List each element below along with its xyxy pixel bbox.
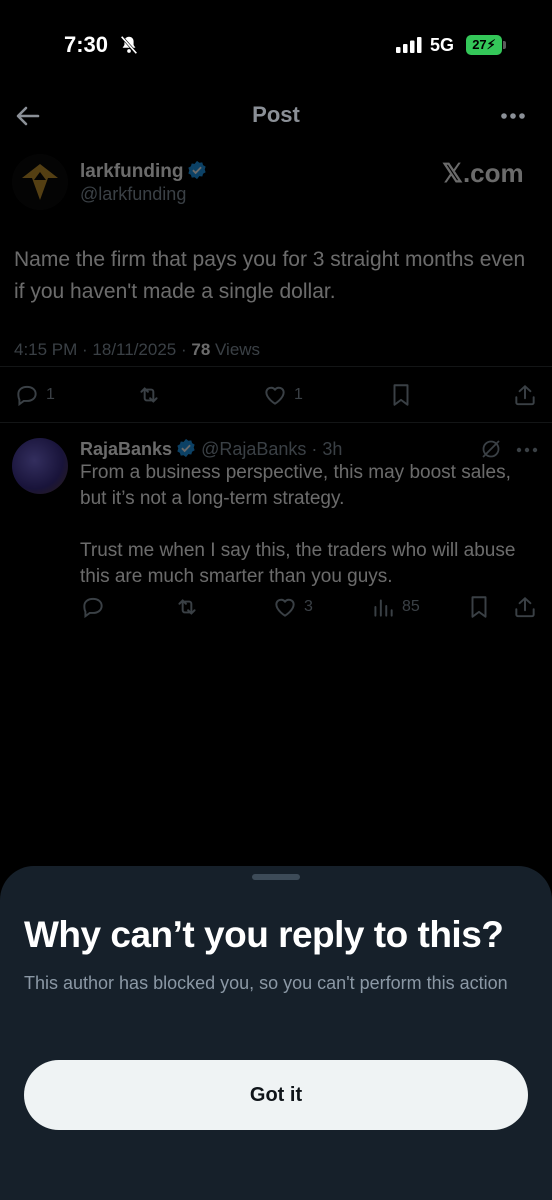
sheet-grabber[interactable]: [252, 874, 300, 880]
heart-icon: [275, 598, 295, 617]
reply-author-avatar[interactable]: [12, 438, 68, 494]
verified-badge-icon: [177, 438, 195, 458]
divider: [0, 366, 552, 367]
battery-level: 27: [472, 37, 487, 52]
reply-paragraph: From a business perspective, this may bo…: [80, 462, 511, 509]
repost-button[interactable]: [136, 382, 162, 408]
post-text: Name the firm that pays you for 3 straig…: [14, 248, 526, 303]
battery-icon: 27⚡︎: [466, 35, 506, 55]
author-avatar[interactable]: [12, 154, 68, 210]
got-it-button[interactable]: Got it: [24, 1060, 528, 1130]
author-name[interactable]: larkfunding: [80, 160, 207, 183]
reply-views-count: 85: [402, 598, 420, 615]
reply-reply-button[interactable]: [80, 594, 106, 620]
like-count: 1: [294, 386, 303, 403]
views-label: Views: [210, 340, 261, 359]
share-button[interactable]: [512, 382, 538, 408]
reply-button[interactable]: 1: [14, 382, 55, 408]
bell-slash-icon: [120, 35, 138, 55]
reply-more-icon[interactable]: [516, 444, 538, 456]
reply-icon: [17, 385, 37, 407]
post-detail: larkfunding @larkfunding 𝕏.com Name the …: [0, 140, 552, 880]
bottom-sheet: Why can’t you reply to this? This author…: [0, 866, 552, 1200]
verified-badge-icon: [188, 160, 207, 180]
analytics-icon: [374, 599, 393, 617]
signal-icon: [396, 37, 422, 53]
reply-author[interactable]: RajaBanks @RajaBanks · 3h: [80, 438, 342, 460]
reply-icon: [83, 597, 103, 619]
xcom-logo: 𝕏.com: [442, 158, 524, 188]
grok-icon[interactable]: [480, 438, 502, 460]
reply-like-button[interactable]: 3: [272, 594, 313, 620]
bookmark-icon: [471, 596, 487, 618]
reply-author-name: RajaBanks: [80, 439, 173, 459]
author-name-text: larkfunding: [80, 161, 184, 182]
reply-count: 1: [46, 386, 55, 403]
repost-icon: [140, 387, 158, 403]
bookmark-icon: [393, 384, 409, 406]
repost-icon: [178, 599, 196, 615]
like-button[interactable]: 1: [262, 382, 303, 408]
heart-icon: [265, 386, 285, 405]
reply-repost-button[interactable]: [174, 594, 200, 620]
sheet-title: Why can’t you reply to this?: [24, 914, 504, 955]
more-options-icon[interactable]: [500, 108, 526, 124]
network-type: 5G: [430, 35, 455, 55]
share-icon: [515, 597, 535, 618]
divider: [0, 422, 552, 423]
page-title: Post: [252, 102, 300, 127]
sheet-message: This author has blocked you, so you can'…: [24, 973, 508, 993]
reply-bookmark-button[interactable]: [466, 594, 492, 620]
reply-author-handle: @RajaBanks · 3h: [201, 439, 343, 459]
bookmark-button[interactable]: [388, 382, 414, 408]
author-handle[interactable]: @larkfunding: [80, 184, 186, 205]
reply-text: From a business perspective, this may bo…: [80, 460, 540, 590]
reply-actions: 3 85: [0, 594, 552, 624]
post-timestamp: 4:15 PM · 18/11/2025 ·: [14, 340, 192, 359]
share-icon: [515, 385, 535, 406]
reply-share-button[interactable]: [512, 594, 538, 620]
status-bar: 7:30 5G 27⚡︎: [0, 0, 552, 90]
reply-views-button[interactable]: 85: [370, 594, 420, 620]
status-time: 7:30: [64, 32, 109, 57]
reply-paragraph: Trust me when I say this, the traders wh…: [80, 540, 516, 587]
post-actions: 1 1: [0, 382, 552, 412]
views-count: 78: [191, 340, 211, 359]
reply-like-count: 3: [304, 598, 313, 615]
post-meta: 4:15 PM · 18/11/2025 · 78 Views: [14, 340, 260, 360]
